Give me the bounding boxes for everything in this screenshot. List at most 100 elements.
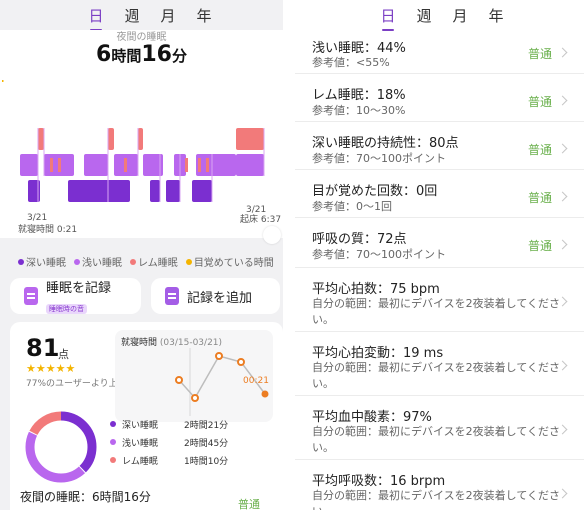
trend-point	[175, 376, 183, 384]
chevron-right-icon	[557, 239, 568, 250]
sleep-duration: 6時間16分	[0, 42, 283, 67]
duration-hours-unit: 時間	[111, 47, 142, 65]
trend-point-current	[261, 390, 269, 398]
trend-point	[237, 358, 245, 366]
tab-year[interactable]: 年	[186, 5, 222, 26]
metric-row-wake-count[interactable]: 目が覚めた回数：0回 参考値：0〜1回 普通	[295, 170, 584, 218]
legend-label: 浅い睡眠	[82, 258, 122, 269]
metric-reference: 自分の範囲：最初にデバイスを2夜装着してください。	[312, 297, 561, 326]
legend-dot	[185, 259, 192, 265]
chevron-right-icon	[557, 95, 568, 106]
sleep-stage-chart	[2, 80, 265, 202]
rem-segments	[38, 128, 264, 150]
light-segments	[20, 154, 264, 176]
sleep-overview-card: 夜間の睡眠 6時間16分 3/21 就寝時間 0:21 3/21 起床 6:37	[0, 30, 283, 238]
metric-reference: 参考値：<55%	[312, 56, 390, 69]
stage-name: レム睡眠	[122, 457, 158, 467]
panel-divider	[283, 0, 295, 510]
stage-row-rem: レム睡眠 1時間10分	[110, 454, 228, 467]
legend-awake: 目覚めている時間	[185, 254, 274, 269]
legend-label: 深い睡眠	[26, 258, 66, 269]
metric-title: レム睡眠：18%	[312, 88, 406, 103]
metric-status: 普通	[527, 191, 552, 205]
metric-title: 平均心拍数：75 bpm	[312, 282, 440, 297]
tab-month[interactable]: 月	[150, 5, 186, 26]
metric-row-heart-rate[interactable]: 平均心拍数：75 bpm 自分の範囲：最初にデバイスを2夜装着してください。	[295, 268, 584, 332]
metric-title: 平均心拍変動：19 ms	[312, 346, 444, 361]
stage-time: 2時間21分	[184, 421, 229, 431]
metric-reference: 参考値：10〜30%	[312, 104, 406, 117]
chevron-right-icon	[557, 191, 568, 202]
metric-row-blood-oxygen[interactable]: 平均血中酸素：97% 自分の範囲：最初にデバイスを2夜装着してください。	[295, 396, 584, 460]
right-panel: 日 週 月 年 浅い睡眠：44% 参考値：<55% 普通 レム睡眠：18% 参考…	[295, 0, 584, 510]
metric-title: 平均呼吸数：16 brpm	[312, 474, 446, 489]
stage-donut-chart	[25, 411, 97, 483]
score-unit: 点	[58, 348, 69, 361]
metric-status: 普通	[527, 95, 552, 109]
sleep-score: 81	[26, 334, 60, 362]
tab-day[interactable]: 日	[370, 5, 406, 31]
percentile-text: 77%のユーザーより上	[26, 379, 118, 389]
duration-minutes-unit: 分	[171, 47, 187, 65]
bed-time: 就寝時間 0:21	[18, 225, 78, 235]
legend-light: 浅い睡眠	[74, 254, 122, 269]
stage-row-deep: 深い睡眠 2時間21分	[110, 418, 228, 431]
metric-row-rem-sleep[interactable]: レム睡眠：18% 参考値：10〜30% 普通	[295, 74, 584, 122]
night-sleep-label: 夜間の睡眠	[116, 32, 167, 43]
timeline-handle[interactable]	[263, 226, 281, 244]
metric-row-light-sleep[interactable]: 浅い睡眠：44% 参考値：<55% 普通	[295, 30, 584, 74]
tab-month[interactable]: 月	[442, 5, 478, 26]
deep-segments	[28, 180, 212, 202]
add-record-label: 記録を追加	[187, 290, 253, 306]
night-sleep-summary: 夜間の睡眠：6時間16分	[20, 490, 151, 504]
stage-time: 1時間10分	[184, 457, 229, 467]
edit-note-icon	[165, 287, 179, 305]
metric-reference: 参考値：0〜1回	[312, 200, 392, 213]
legend-dot	[130, 259, 136, 265]
tab-week[interactable]: 週	[114, 5, 150, 26]
left-panel: 日 週 月 年 夜間の睡眠 6時間16分 3/21 就寝時間 0:21 3/21…	[0, 0, 283, 510]
metric-row-breathing-quality[interactable]: 呼吸の質：72点 参考値：70〜100ポイント 普通	[295, 218, 584, 268]
record-sleep-button[interactable]: 睡眠を記録 睡眠時の音	[10, 278, 141, 314]
period-tabs: 日 週 月 年	[78, 0, 222, 31]
trend-current-value: 00:21	[243, 376, 269, 386]
app-frame: 日 週 月 年 夜間の睡眠 6時間16分 3/21 就寝時間 0:21 3/21…	[0, 0, 584, 510]
metric-status: 普通	[527, 143, 552, 157]
metric-title: 浅い睡眠：44%	[312, 41, 406, 56]
metric-status: 普通	[527, 47, 552, 61]
trend-point	[191, 394, 199, 402]
stage-time: 2時間45分	[184, 439, 229, 449]
stage-row-light: 浅い睡眠 2時間45分	[110, 436, 228, 449]
tab-week[interactable]: 週	[406, 5, 442, 26]
legend-rem: レム睡眠	[130, 254, 178, 269]
star-rating: ★★★★★	[26, 362, 76, 375]
add-record-button[interactable]: 記録を追加	[151, 278, 280, 314]
bedtime-trend-card[interactable]: 就寝時間 (03/15-03/21) 00:21	[115, 330, 273, 422]
stage-dot	[110, 439, 116, 445]
legend-label: レム睡眠	[138, 258, 178, 269]
legend-label: 目覚めている時間	[193, 258, 274, 269]
trend-point	[215, 352, 223, 360]
awake-mark	[2, 80, 4, 82]
stage-dot	[110, 421, 116, 427]
legend-dot	[74, 259, 80, 265]
duration-hours: 6	[96, 42, 112, 67]
duration-minutes: 16	[141, 42, 172, 67]
metric-title: 平均血中酸素：97%	[312, 410, 432, 425]
metric-row-deep-continuity[interactable]: 深い睡眠の持続性：80点 参考値：70〜100ポイント 普通	[295, 122, 584, 170]
metric-title: 呼吸の質：72点	[312, 232, 407, 247]
stage-dot	[110, 457, 116, 463]
tab-year[interactable]: 年	[478, 5, 514, 26]
tab-day[interactable]: 日	[78, 5, 114, 31]
night-sleep-status: 普通	[238, 498, 260, 510]
metric-reference: 自分の範囲：最初にデバイスを2夜装着してください。	[312, 425, 561, 454]
metric-row-respiratory-rate[interactable]: 平均呼吸数：16 brpm 自分の範囲：最初にデバイスを2夜装着してください。	[295, 460, 584, 510]
record-sleep-label: 睡眠を記録	[46, 281, 112, 296]
chevron-right-icon	[557, 47, 568, 58]
metric-title: 深い睡眠の持続性：80点	[312, 136, 459, 151]
sleep-score-card[interactable]: 81 点 ★★★★★ 77%のユーザーより上 就寝時間 (03/15-03/21…	[10, 322, 283, 510]
metric-status: 普通	[527, 239, 552, 253]
metric-reference: 参考値：70〜100ポイント	[312, 152, 446, 165]
metric-reference: 参考値：70〜100ポイント	[312, 248, 446, 261]
metric-row-hrv[interactable]: 平均心拍変動：19 ms 自分の範囲：最初にデバイスを2夜装着してください。	[295, 332, 584, 396]
